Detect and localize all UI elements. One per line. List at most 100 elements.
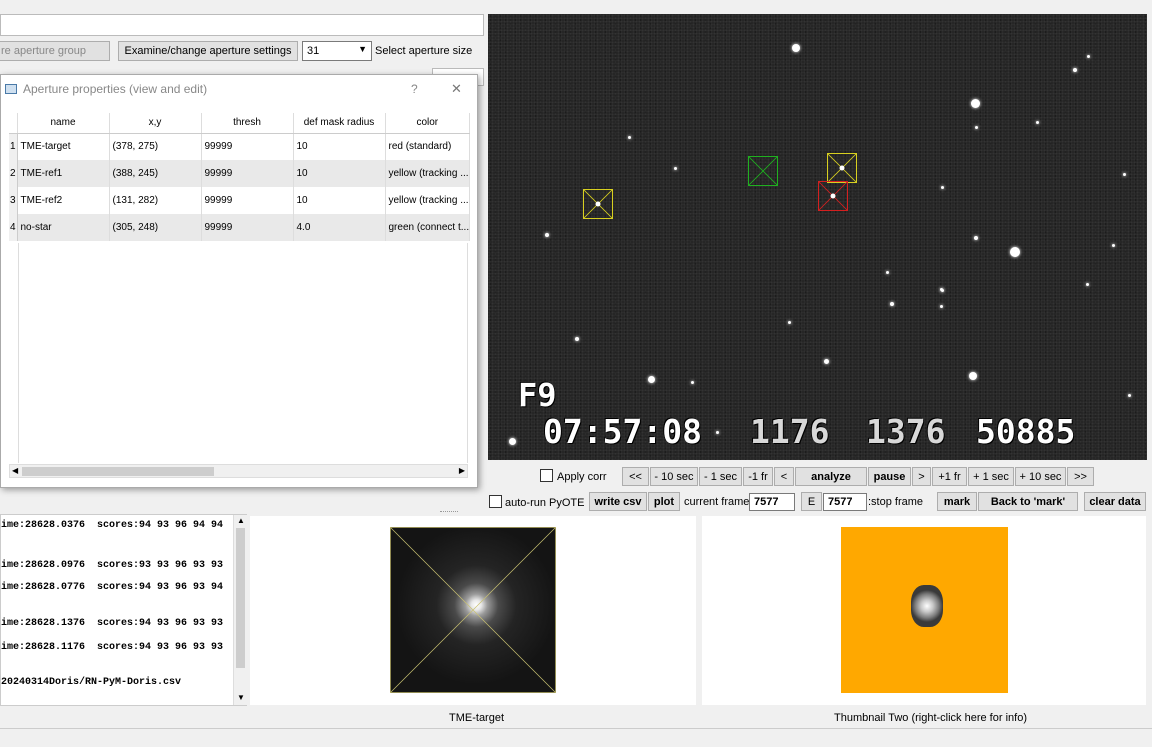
- log-line: ime:28628.1176 scores:94 93 96 93 93: [1, 642, 224, 653]
- back-1-sec-button[interactable]: - 1 sec: [699, 467, 742, 486]
- cell-thresh[interactable]: 99999: [201, 187, 294, 214]
- table-row[interactable]: 3 TME-ref2 (131, 282) 99999 10 yellow (t…: [9, 187, 471, 214]
- scrollbar-thumb[interactable]: [236, 528, 245, 668]
- table-row[interactable]: 1 TME-target (378, 275) 99999 10 red (st…: [9, 133, 471, 160]
- cell-name[interactable]: TME-target: [17, 133, 110, 160]
- cell-thresh[interactable]: 99999: [201, 214, 294, 241]
- star: [971, 99, 980, 108]
- log-panel[interactable]: ime:28628.0376 scores:94 93 96 94 94 ime…: [0, 514, 247, 706]
- splitter-handle[interactable]: [440, 511, 458, 514]
- horizontal-scrollbar[interactable]: ◀ ▶: [9, 464, 468, 478]
- column-header-color[interactable]: color: [385, 113, 471, 134]
- thumbnail-two-panel[interactable]: [702, 516, 1146, 705]
- osd-number-1: 1176: [750, 412, 830, 451]
- cell-xy[interactable]: (388, 245): [109, 160, 202, 187]
- examine-aperture-settings-button[interactable]: Examine/change aperture settings: [118, 41, 298, 61]
- plot-button[interactable]: plot: [648, 492, 680, 511]
- forward-1-sec-button[interactable]: + 1 sec: [968, 467, 1014, 486]
- thumbnail-one-panel[interactable]: [250, 516, 696, 705]
- video-frame-display[interactable]: F9 07:57:08 1176 1376 50885: [488, 14, 1147, 460]
- scroll-right-icon[interactable]: ▶: [459, 466, 465, 475]
- pause-button[interactable]: pause: [868, 467, 911, 486]
- forward-1-frame-button[interactable]: +1 fr: [932, 467, 967, 486]
- scroll-left-icon[interactable]: ◀: [12, 466, 18, 475]
- log-line: ime:28628.1376 scores:94 93 96 93 93: [1, 618, 224, 629]
- aperture-tme-target[interactable]: [818, 181, 848, 211]
- aperture-no-star[interactable]: [748, 156, 778, 186]
- write-csv-button[interactable]: write csv: [589, 492, 647, 511]
- cell-mask-radius[interactable]: 10: [293, 160, 386, 187]
- cell-thresh[interactable]: 99999: [201, 160, 294, 187]
- cell-color[interactable]: yellow (tracking ...: [385, 160, 471, 187]
- apply-corr-checkbox[interactable]: [540, 469, 553, 482]
- osd-number-3: 50885: [976, 412, 1076, 451]
- table-row[interactable]: 2 TME-ref1 (388, 245) 99999 10 yellow (t…: [9, 160, 471, 187]
- thumbnail-two-star-blob: [911, 585, 943, 627]
- cell-xy[interactable]: (378, 275): [109, 133, 202, 160]
- forward-10-sec-button[interactable]: + 10 sec: [1015, 467, 1066, 486]
- dialog-title-bar[interactable]: Aperture properties (view and edit) ? ✕: [1, 75, 477, 103]
- cell-name[interactable]: no-star: [17, 214, 110, 241]
- aperture-tme-ref2[interactable]: [583, 189, 613, 219]
- column-header-xy[interactable]: x,y: [109, 113, 202, 134]
- star: [792, 44, 800, 52]
- forward-all-button[interactable]: >>: [1067, 467, 1094, 486]
- star: [974, 236, 978, 240]
- star: [545, 233, 549, 237]
- scroll-up-icon[interactable]: ▲: [237, 516, 245, 525]
- rewind-all-button[interactable]: <<: [622, 467, 649, 486]
- star: [1123, 173, 1126, 176]
- scroll-down-icon[interactable]: ▼: [237, 693, 245, 702]
- step-back-button[interactable]: <: [774, 467, 794, 486]
- row-number: 1: [9, 133, 18, 160]
- thumbnail-two-caption: Thumbnail Two (right-click here for info…: [834, 712, 1027, 724]
- current-frame-input[interactable]: 7577: [749, 493, 795, 511]
- log-vertical-scrollbar[interactable]: ▲ ▼: [233, 515, 247, 705]
- e-button[interactable]: E: [801, 492, 822, 511]
- cell-color[interactable]: red (standard): [385, 133, 471, 160]
- mark-button[interactable]: mark: [937, 492, 977, 511]
- aperture-group-button[interactable]: re aperture group: [0, 41, 110, 61]
- cell-mask-radius[interactable]: 4.0: [293, 214, 386, 241]
- top-text-input[interactable]: [0, 14, 484, 36]
- step-forward-button[interactable]: >: [912, 467, 931, 486]
- close-icon[interactable]: ✕: [451, 81, 462, 97]
- cell-xy[interactable]: (305, 248): [109, 214, 202, 241]
- column-header-name[interactable]: name: [17, 113, 110, 134]
- clear-data-button[interactable]: clear data: [1084, 492, 1146, 511]
- column-header-thresh[interactable]: thresh: [201, 113, 294, 134]
- star: [509, 438, 516, 445]
- cell-color[interactable]: green (connect t...: [385, 214, 471, 241]
- back-10-sec-button[interactable]: - 10 sec: [650, 467, 698, 486]
- star: [1073, 68, 1077, 72]
- star: [824, 359, 829, 364]
- back-1-frame-button[interactable]: -1 fr: [743, 467, 773, 486]
- cell-mask-radius[interactable]: 10: [293, 133, 386, 160]
- analyze-button[interactable]: analyze: [795, 467, 867, 486]
- star: [788, 321, 791, 324]
- cell-thresh[interactable]: 99999: [201, 133, 294, 160]
- thumbnail-one-caption: TME-target: [449, 712, 505, 724]
- aperture-properties-dialog: Aperture properties (view and edit) ? ✕ …: [0, 74, 478, 488]
- scrollbar-thumb[interactable]: [22, 467, 214, 476]
- cell-name[interactable]: TME-ref1: [17, 160, 110, 187]
- table-row[interactable]: 4 no-star (305, 248) 99999 4.0 green (co…: [9, 214, 471, 241]
- star: [886, 271, 889, 274]
- column-header-mask-radius[interactable]: def mask radius: [293, 113, 386, 134]
- aperture-size-select[interactable]: 31 ▼: [302, 41, 372, 61]
- help-icon[interactable]: ?: [411, 82, 418, 96]
- back-to-mark-button[interactable]: Back to 'mark': [978, 492, 1078, 511]
- dialog-window-icon: [5, 84, 17, 94]
- cell-mask-radius[interactable]: 10: [293, 187, 386, 214]
- star: [1112, 244, 1115, 247]
- aperture-size-label: Select aperture size: [375, 45, 473, 57]
- row-number: 4: [9, 214, 18, 241]
- cell-name[interactable]: TME-ref2: [17, 187, 110, 214]
- cell-xy[interactable]: (131, 282): [109, 187, 202, 214]
- star: [716, 431, 719, 434]
- cell-color[interactable]: yellow (tracking ...: [385, 187, 471, 214]
- aperture-tme-ref1[interactable]: [827, 153, 857, 183]
- stop-frame-input[interactable]: 7577: [823, 493, 867, 511]
- auto-run-pyote-checkbox[interactable]: [489, 495, 502, 508]
- osd-number-2: 1376: [866, 412, 946, 451]
